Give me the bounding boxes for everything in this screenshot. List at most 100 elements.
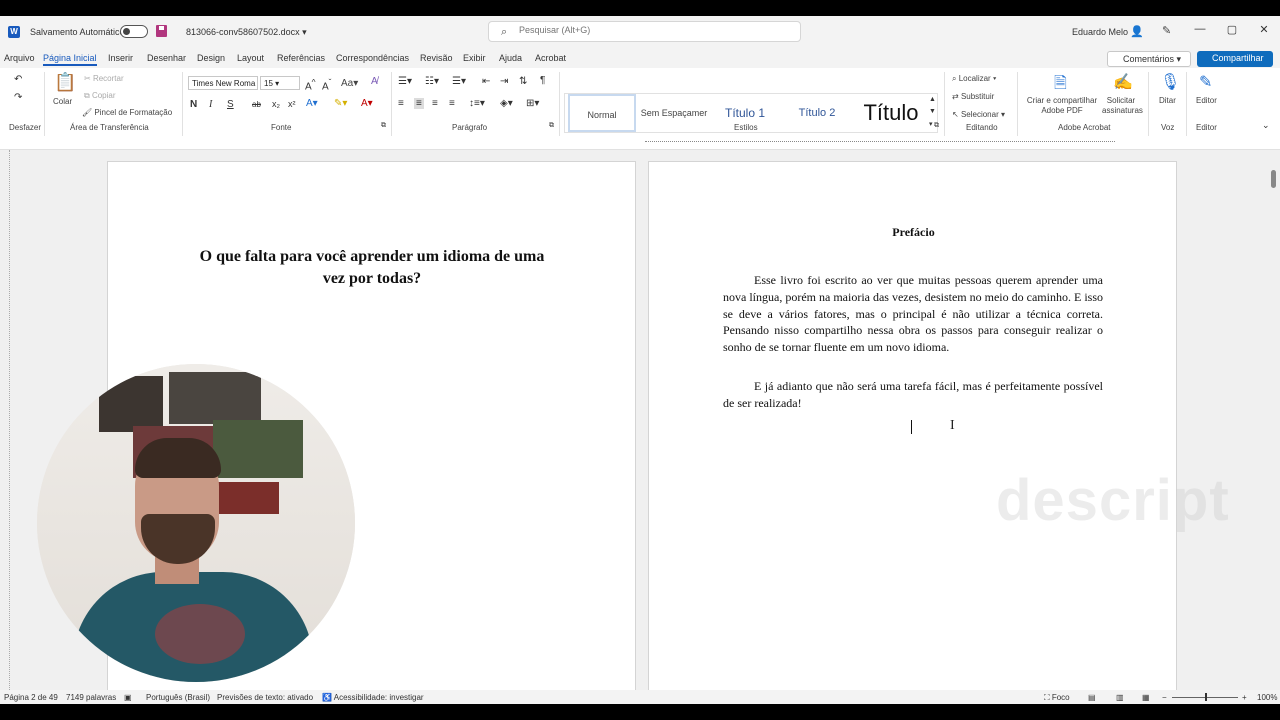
print-layout-icon[interactable]: ▥ — [1116, 693, 1124, 702]
styles-scroll-up-icon[interactable]: ▲ — [929, 96, 936, 103]
style-no-spacing[interactable]: Sem Espaçamer — [639, 94, 709, 132]
find-button[interactable]: ⌕ Localizar ▾ — [952, 74, 996, 84]
tab-inserir[interactable]: Inserir — [108, 53, 133, 63]
tab-desenhar[interactable]: Desenhar — [147, 53, 186, 63]
copy-button[interactable]: ⧉ Copiar — [84, 91, 116, 101]
decrease-indent-icon[interactable]: ⇤ — [482, 76, 490, 87]
bullets-icon[interactable]: ☰▾ — [398, 76, 412, 87]
microphone-icon[interactable]: 🎙 — [1160, 72, 1180, 92]
replace-button[interactable]: ⇄ Substituir — [952, 92, 994, 101]
tab-layout[interactable]: Layout — [237, 53, 264, 63]
preface-heading[interactable]: Prefácio — [649, 225, 1178, 240]
page-count[interactable]: Página 2 de 49 — [4, 693, 58, 702]
tab-referencias[interactable]: Referências — [277, 53, 325, 63]
tab-acrobat[interactable]: Acrobat — [535, 53, 566, 63]
tab-exibir[interactable]: Exibir — [463, 53, 486, 63]
underline-button[interactable]: S — [227, 99, 234, 110]
text-effects-icon[interactable]: A▾ — [306, 98, 318, 109]
style-normal[interactable]: Normal — [568, 94, 636, 132]
style-heading-2[interactable]: Título 2 — [783, 94, 851, 132]
preface-paragraph-1[interactable]: Esse livro foi escrito ao ver que muitas… — [723, 272, 1103, 356]
language-indicator[interactable]: Português (Brasil) — [146, 693, 210, 702]
increase-indent-icon[interactable]: ⇥ — [500, 76, 508, 87]
focus-mode-button[interactable]: ⛶ Foco — [1044, 693, 1070, 703]
styles-scroll-down-icon[interactable]: ▼ — [929, 108, 936, 115]
undo-icon[interactable]: ↶ — [14, 74, 22, 85]
maximize-button[interactable]: ▢ — [1222, 23, 1242, 36]
search-input[interactable] — [519, 25, 779, 35]
styles-dialog-launcher-icon[interactable]: ⧉ — [934, 122, 939, 130]
italic-button[interactable]: I — [209, 99, 212, 110]
comments-button[interactable]: Comentários ▾ — [1107, 51, 1191, 67]
preface-paragraph-2[interactable]: E já adianto que não será uma tarefa fác… — [723, 378, 1103, 412]
word-count[interactable]: 7149 palavras — [66, 693, 116, 702]
font-dialog-launcher-icon[interactable]: ⧉ — [381, 122, 386, 130]
close-button[interactable]: ✕ — [1254, 23, 1274, 36]
page-right[interactable]: Prefácio Esse livro foi escrito ao ver q… — [648, 161, 1177, 701]
text-predictions-status[interactable]: Previsões de texto: ativado — [217, 693, 313, 702]
zoom-level[interactable]: 100% — [1257, 693, 1277, 702]
user-name[interactable]: Eduardo Melo — [1072, 27, 1128, 37]
bold-button[interactable]: N — [190, 99, 197, 110]
styles-more-icon[interactable]: ▾ — [929, 120, 933, 128]
shrink-font-icon[interactable]: Aˇ — [322, 77, 331, 92]
book-title[interactable]: O que falta para você aprender um idioma… — [188, 246, 556, 290]
vertical-scrollbar[interactable] — [1270, 150, 1278, 690]
tab-revisao[interactable]: Revisão — [420, 53, 453, 63]
select-button[interactable]: ↖ Selecionar ▾ — [952, 110, 1005, 119]
pen-icon[interactable]: ✎ — [1162, 24, 1171, 37]
web-layout-icon[interactable]: ▦ — [1142, 693, 1150, 702]
minimize-button[interactable]: — — [1190, 23, 1210, 35]
format-painter-button[interactable]: 🖌 Pincel de Formatação — [82, 108, 172, 117]
font-color-icon[interactable]: A▾ — [361, 98, 373, 109]
font-size-select[interactable]: 15 ▾ — [260, 76, 300, 90]
redo-icon[interactable]: ↷ — [14, 92, 22, 103]
accessibility-status[interactable]: ♿ Acessibilidade: investigar — [322, 693, 424, 702]
zoom-in-icon[interactable]: + — [1242, 693, 1247, 702]
create-share-pdf-button[interactable]: Criar e compartilhar Adobe PDF — [1026, 96, 1098, 116]
grow-font-icon[interactable]: A^ — [305, 77, 316, 92]
tab-correspondencias[interactable]: Correspondências — [336, 53, 409, 63]
read-mode-icon[interactable]: ▤ — [1088, 693, 1096, 702]
clear-formatting-icon[interactable]: A̸ — [371, 76, 378, 87]
request-signatures-icon[interactable]: ✍ — [1113, 72, 1133, 92]
align-left-icon[interactable]: ≡ — [398, 98, 404, 109]
tab-arquivo[interactable]: Arquivo — [4, 53, 35, 63]
autosave-toggle[interactable] — [120, 25, 148, 38]
document-filename[interactable]: 813066-conv58607502.docx ▾ — [186, 27, 307, 38]
scrollbar-thumb[interactable] — [1271, 170, 1276, 188]
subscript-button[interactable]: x₂ — [272, 99, 280, 109]
tab-pagina-inicial[interactable]: Página Inicial — [43, 53, 97, 66]
tab-ajuda[interactable]: Ajuda — [499, 53, 522, 63]
share-button[interactable]: Compartilhar — [1197, 51, 1273, 67]
style-title[interactable]: Título — [855, 94, 927, 132]
horizontal-ruler[interactable] — [645, 136, 1115, 148]
save-icon[interactable] — [156, 25, 167, 37]
proofing-icon[interactable]: ▣ — [124, 693, 132, 702]
zoom-out-icon[interactable]: − — [1162, 693, 1167, 702]
tab-design[interactable]: Design — [197, 53, 225, 63]
align-center-icon[interactable]: ≡ — [414, 98, 424, 109]
paste-label[interactable]: Colar — [53, 97, 72, 106]
cut-button[interactable]: ✂ Recortar — [84, 74, 124, 83]
borders-icon[interactable]: ⊞▾ — [526, 98, 539, 109]
strikethrough-button[interactable]: ab — [252, 100, 261, 109]
change-case-button[interactable]: Aa▾ — [341, 78, 358, 89]
numbering-icon[interactable]: ☷▾ — [425, 76, 439, 87]
editor-button[interactable]: Editor — [1196, 96, 1217, 105]
shading-icon[interactable]: ◈▾ — [500, 98, 513, 109]
line-spacing-icon[interactable]: ↕≡▾ — [469, 98, 485, 109]
adobe-pdf-icon[interactable]: 🗎 — [1054, 72, 1067, 99]
user-account-icon[interactable]: 👤 — [1130, 25, 1144, 38]
editor-icon[interactable]: ✎ — [1199, 72, 1212, 92]
superscript-button[interactable]: x² — [288, 99, 296, 109]
multilevel-list-icon[interactable]: ☰▾ — [452, 76, 466, 87]
zoom-slider-thumb[interactable] — [1205, 693, 1207, 701]
highlight-icon[interactable]: ✎▾ — [334, 98, 347, 109]
request-signatures-button[interactable]: Solicitar assinaturas — [1102, 96, 1143, 116]
justify-icon[interactable]: ≡ — [449, 98, 455, 109]
paragraph-dialog-launcher-icon[interactable]: ⧉ — [549, 122, 554, 130]
dictate-button[interactable]: Ditar — [1159, 96, 1176, 105]
show-formatting-icon[interactable]: ¶ — [540, 75, 545, 86]
clipboard-icon[interactable]: 📋 — [54, 72, 76, 93]
